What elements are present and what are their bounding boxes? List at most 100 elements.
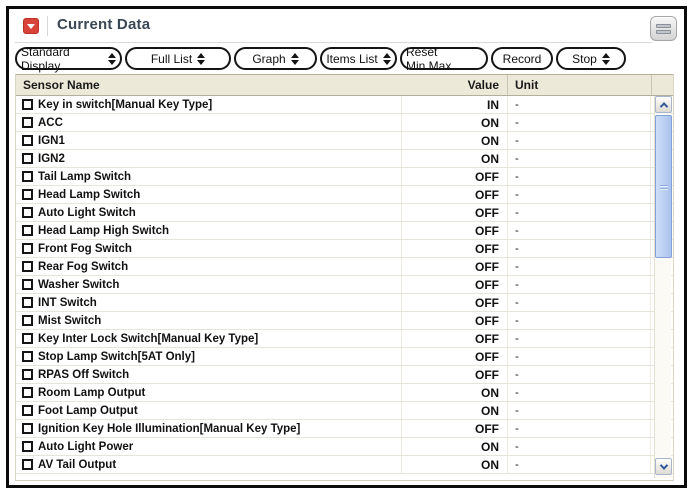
sensor-name-cell: Head Lamp Switch [16,186,401,203]
sensor-name-cell: IGN2 [16,150,401,167]
table-row[interactable]: Ignition Key Hole Illumination[Manual Ke… [16,420,673,438]
menu-button[interactable] [650,16,677,41]
updown-arrows-icon [291,53,299,65]
row-checkbox[interactable] [22,351,33,362]
table-row[interactable]: Key in switch[Manual Key Type]IN- [16,96,673,114]
sensor-value: OFF [401,222,508,239]
sensor-name: Head Lamp High Switch [38,225,169,237]
row-checkbox[interactable] [22,441,33,452]
sensor-unit: - [508,240,651,257]
scroll-up-button[interactable] [655,96,672,113]
row-checkbox[interactable] [22,117,33,128]
sensor-name-cell: Room Lamp Output [16,384,401,401]
chevron-up-icon [659,102,667,110]
sensor-name: IGN2 [38,153,65,165]
sensor-value: OFF [401,168,508,185]
row-checkbox[interactable] [22,189,33,200]
column-header-sensor-name[interactable]: Sensor Name [16,75,401,95]
toolbar-button-full-list[interactable]: Full List [125,47,231,70]
table-row[interactable]: AV Tail OutputON- [16,456,673,474]
row-checkbox[interactable] [22,369,33,380]
sensor-unit: - [508,222,651,239]
toolbar-button-stop[interactable]: Stop [556,47,626,70]
sensor-value: ON [401,438,508,455]
sensor-unit: - [508,186,651,203]
toolbar-button-graph[interactable]: Graph [234,47,317,70]
sensor-unit: - [508,366,651,383]
updown-arrows-icon [108,53,116,65]
sensor-name-cell: Auto Light Power [16,438,401,455]
sensor-value: OFF [401,240,508,257]
sensor-name: Foot Lamp Output [38,405,138,417]
table-row[interactable]: Auto Light SwitchOFF- [16,204,673,222]
table-row[interactable]: ACCON- [16,114,673,132]
vertical-scrollbar[interactable] [654,96,671,478]
table-row[interactable]: Auto Light PowerON- [16,438,673,456]
row-checkbox[interactable] [22,171,33,182]
sensor-name: Key Inter Lock Switch[Manual Key Type] [38,333,258,345]
sensor-name: Head Lamp Switch [38,189,140,201]
row-checkbox[interactable] [22,423,33,434]
sensor-unit: - [508,330,651,347]
chevron-down-icon [659,461,667,469]
table-row[interactable]: IGN2ON- [16,150,673,168]
sensor-name: Auto Light Switch [38,207,136,219]
table-row[interactable]: Room Lamp OutputON- [16,384,673,402]
sensor-name-cell: IGN1 [16,132,401,149]
sensor-value: OFF [401,366,508,383]
row-checkbox[interactable] [22,135,33,146]
row-checkbox[interactable] [22,459,33,470]
table-row[interactable]: Washer SwitchOFF- [16,276,673,294]
row-checkbox[interactable] [22,297,33,308]
chevron-down-glyph [27,24,35,29]
row-checkbox[interactable] [22,261,33,272]
title-divider [47,16,48,36]
chevron-down-icon[interactable] [23,18,39,34]
column-header-unit[interactable]: Unit [508,75,651,95]
row-checkbox[interactable] [22,99,33,110]
sensor-data-table: Sensor Name Value Unit Key in switch[Man… [15,74,674,481]
toolbar-button-reset-min-max[interactable]: Reset Min.Max. [400,47,488,70]
sensor-unit: - [508,348,651,365]
sensor-name-cell: RPAS Off Switch [16,366,401,383]
table-row[interactable]: IGN1ON- [16,132,673,150]
row-checkbox[interactable] [22,207,33,218]
table-row[interactable]: Head Lamp High Switch OFF- [16,222,673,240]
sensor-name: AV Tail Output [38,459,116,471]
row-checkbox[interactable] [22,279,33,290]
scrollbar-thumb[interactable] [655,115,672,258]
sensor-name-cell: Key in switch[Manual Key Type] [16,96,401,113]
table-row[interactable]: Key Inter Lock Switch[Manual Key Type]OF… [16,330,673,348]
table-row[interactable]: Rear Fog SwitchOFF- [16,258,673,276]
table-row[interactable]: Tail Lamp SwitchOFF- [16,168,673,186]
row-checkbox[interactable] [22,243,33,254]
table-row[interactable]: Mist SwitchOFF- [16,312,673,330]
row-checkbox[interactable] [22,405,33,416]
sensor-unit: - [508,204,651,221]
row-checkbox[interactable] [22,315,33,326]
table-row[interactable]: Head Lamp SwitchOFF- [16,186,673,204]
toolbar-button-items-list[interactable]: Items List [320,47,397,70]
toolbar-button-record[interactable]: Record [491,47,553,70]
sensor-value: OFF [401,420,508,437]
table-row[interactable]: INT SwitchOFF- [16,294,673,312]
table-row[interactable]: RPAS Off SwitchOFF- [16,366,673,384]
scroll-down-button[interactable] [655,458,672,475]
sensor-unit: - [508,420,651,437]
table-row[interactable]: Stop Lamp Switch[5AT Only]OFF- [16,348,673,366]
table-row[interactable]: Front Fog SwitchOFF- [16,240,673,258]
toolbar: Standard DisplayFull ListGraphItems List… [15,47,626,71]
sensor-value: ON [401,402,508,419]
sensor-unit: - [508,168,651,185]
row-checkbox[interactable] [22,153,33,164]
sensor-unit: - [508,96,651,113]
sensor-name-cell: Foot Lamp Output [16,402,401,419]
page-title: Current Data [57,16,150,33]
row-checkbox[interactable] [22,225,33,236]
row-checkbox[interactable] [22,333,33,344]
toolbar-button-standard-display[interactable]: Standard Display [15,47,122,70]
sensor-value: ON [401,384,508,401]
row-checkbox[interactable] [22,387,33,398]
column-header-value[interactable]: Value [401,75,508,95]
table-row[interactable]: Foot Lamp OutputON- [16,402,673,420]
